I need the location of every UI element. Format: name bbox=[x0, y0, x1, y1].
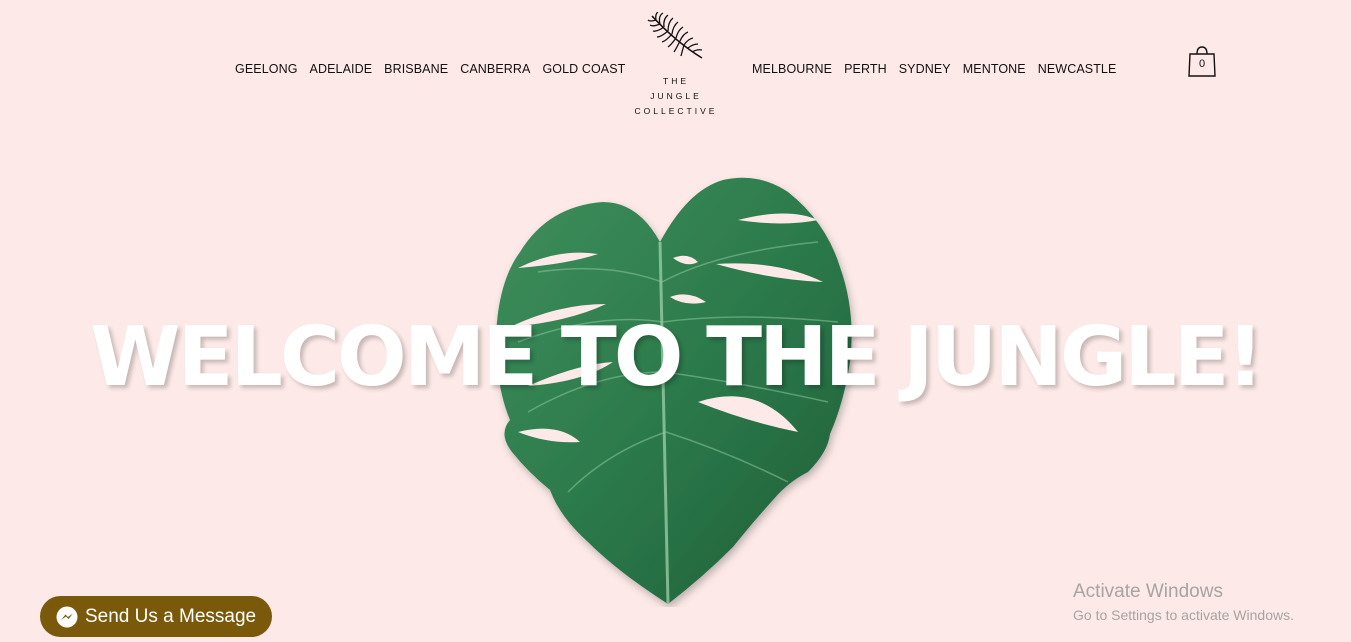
messenger-icon bbox=[56, 606, 78, 628]
hero-title: WELCOME TO THE JUNGLE! bbox=[90, 310, 1264, 405]
cart-button[interactable]: 0 bbox=[1187, 45, 1219, 79]
cart-count: 0 bbox=[1198, 58, 1206, 70]
activate-windows-subtitle: Go to Settings to activate Windows. bbox=[1073, 607, 1294, 623]
logo-line-3: COLLECTIVE bbox=[634, 106, 718, 116]
send-message-label: Send Us a Message bbox=[85, 605, 257, 627]
windows-activation-watermark: Activate Windows Go to Settings to activ… bbox=[1073, 580, 1294, 625]
nav-right: MELBOURNE PERTH SYDNEY MENTONE NEWCASTLE bbox=[752, 62, 1116, 76]
nav-link-newcastle[interactable]: NEWCASTLE bbox=[1038, 62, 1117, 76]
nav-link-perth[interactable]: PERTH bbox=[844, 62, 887, 76]
nav-link-mentone[interactable]: MENTONE bbox=[963, 62, 1026, 76]
palm-leaf-icon bbox=[647, 12, 703, 59]
nav-link-sydney[interactable]: SYDNEY bbox=[899, 62, 951, 76]
page: GEELONG ADELAIDE BRISBANE CANBERRA GOLD … bbox=[0, 0, 1351, 642]
send-message-button[interactable]: Send Us a Message bbox=[40, 596, 272, 637]
nav-link-geelong[interactable]: GEELONG bbox=[235, 62, 298, 76]
nav-link-gold-coast[interactable]: GOLD COAST bbox=[542, 62, 625, 76]
activate-windows-title: Activate Windows bbox=[1073, 581, 1223, 602]
logo-text: THE JUNGLE COLLECTIVE bbox=[622, 74, 730, 119]
site-logo[interactable]: THE JUNGLE COLLECTIVE bbox=[622, 12, 730, 119]
nav-left: GEELONG ADELAIDE BRISBANE CANBERRA GOLD … bbox=[235, 62, 625, 76]
nav-link-melbourne[interactable]: MELBOURNE bbox=[752, 62, 832, 76]
nav-link-adelaide[interactable]: ADELAIDE bbox=[310, 62, 373, 76]
logo-line-2: JUNGLE bbox=[650, 91, 702, 101]
nav-link-brisbane[interactable]: BRISBANE bbox=[384, 62, 448, 76]
logo-line-1: THE bbox=[663, 76, 689, 86]
nav-link-canberra[interactable]: CANBERRA bbox=[460, 62, 530, 76]
